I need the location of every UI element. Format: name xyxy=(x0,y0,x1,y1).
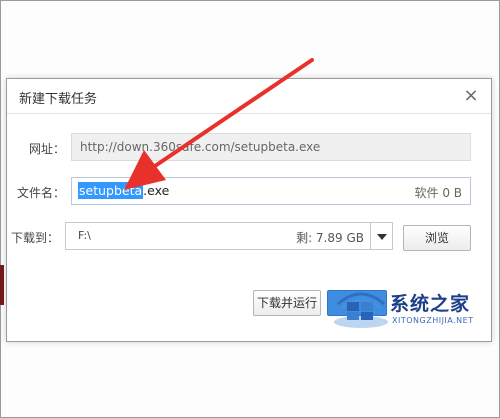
browse-button[interactable]: 浏览 xyxy=(403,225,471,251)
free-space: 剩: 7.89 GB xyxy=(296,231,364,245)
watermark-name: 系统之家 xyxy=(390,293,471,315)
saveto-path-input[interactable]: F:\ 剩: 7.89 GB xyxy=(65,222,371,250)
file-size: 软件 0 B xyxy=(414,186,463,200)
windows-logo-icon xyxy=(334,292,388,328)
background-strip xyxy=(0,265,4,305)
download-and-run-button[interactable]: 下载并运行 xyxy=(253,290,321,316)
filename-label: 文件名： xyxy=(16,186,65,200)
saveto-path-value: F:\ xyxy=(78,229,91,242)
filename-input[interactable]: setupbeta.exe 软件 0 B xyxy=(71,177,471,205)
close-icon[interactable]: × xyxy=(461,86,481,106)
watermark: 系统之家 XITONGZHIJIA.NET xyxy=(332,282,492,332)
url-value: http://down.360safe.com/setupbeta.exe xyxy=(80,140,321,154)
watermark-site: XITONGZHIJIA.NET xyxy=(392,316,474,325)
dialog-titlebar: 新建下载任务 × xyxy=(7,79,491,114)
dialog-title: 新建下载任务 xyxy=(19,92,98,107)
chevron-down-icon xyxy=(377,234,387,240)
saveto-label: 下载到： xyxy=(10,231,59,245)
filename-selected-text: setupbeta xyxy=(78,182,144,199)
saveto-dropdown-button[interactable] xyxy=(371,222,393,250)
url-label: 网址： xyxy=(28,142,65,156)
filename-extension: .exe xyxy=(143,183,170,198)
url-field[interactable]: http://down.360safe.com/setupbeta.exe xyxy=(71,133,471,161)
filename-value: setupbeta.exe xyxy=(78,182,170,199)
